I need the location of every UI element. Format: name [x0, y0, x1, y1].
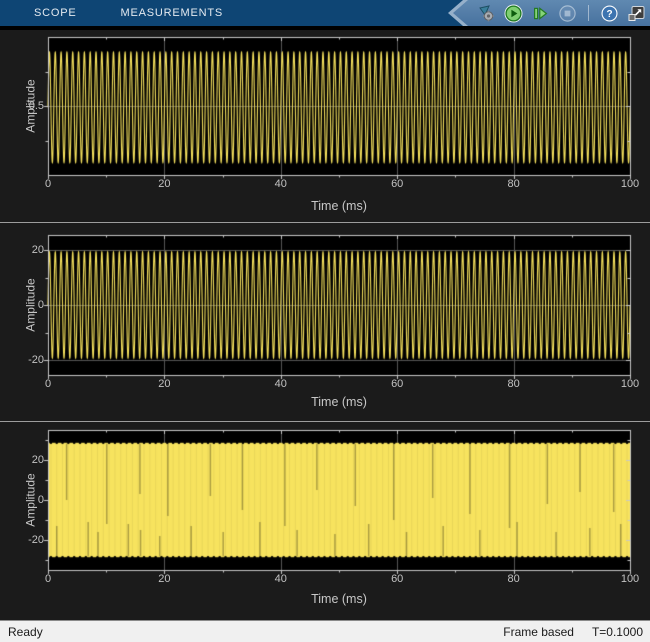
x-tick-label: 0: [45, 178, 51, 190]
waveform-plot-2[interactable]: [0, 223, 650, 421]
x-tick-label: 80: [507, 378, 519, 390]
quick-access-toolbar: ?: [448, 0, 650, 26]
x-tick-label: 100: [621, 178, 639, 190]
x-tick-label: 0: [45, 573, 51, 585]
scope-display-2: Amplitude Time (ms) 020406080100200-20: [0, 223, 650, 421]
dock-icon[interactable]: [627, 4, 646, 23]
y-tick-label: 0: [0, 494, 44, 506]
tab-bar: SCOPE MEASUREMENTS: [0, 0, 223, 26]
simulate-settings-icon[interactable]: [477, 4, 496, 23]
tab-scope[interactable]: SCOPE: [34, 7, 77, 19]
run-icon[interactable]: [504, 4, 523, 23]
y-tick-label: 0.5: [0, 100, 44, 112]
toolstrip: SCOPE MEASUREMENTS: [0, 0, 650, 30]
status-bar: Ready Frame based T=0.1000: [0, 620, 650, 642]
x-axis-label-1: Time (ms): [48, 199, 630, 213]
tab-measurements[interactable]: MEASUREMENTS: [121, 7, 224, 19]
y-tick-label: -20: [0, 534, 44, 546]
x-tick-label: 0: [45, 378, 51, 390]
x-tick-label: 100: [621, 378, 639, 390]
x-axis-label-2: Time (ms): [48, 395, 630, 409]
y-tick-label: 0: [0, 299, 44, 311]
y-tick-label: 20: [0, 454, 44, 466]
x-tick-label: 60: [391, 378, 403, 390]
status-frame-mode: Frame based: [503, 625, 574, 639]
status-sim-time: T=0.1000: [592, 625, 643, 639]
x-axis-label-3: Time (ms): [48, 592, 630, 606]
x-tick-label: 60: [391, 573, 403, 585]
step-forward-icon[interactable]: [531, 4, 550, 23]
stop-icon: [558, 4, 577, 23]
status-message: Ready: [8, 625, 503, 639]
svg-text:?: ?: [606, 9, 612, 20]
help-icon[interactable]: ?: [600, 4, 619, 23]
y-tick-label: 20: [0, 244, 44, 256]
x-tick-label: 100: [621, 573, 639, 585]
scope-window: SCOPE MEASUREMENTS: [0, 0, 650, 642]
x-tick-label: 80: [507, 573, 519, 585]
scope-display-1: Amplitude Time (ms) 0204060801000.5: [0, 30, 650, 222]
x-tick-label: 40: [275, 178, 287, 190]
toolbar-separator: [588, 5, 589, 21]
waveform-plot-1[interactable]: [0, 30, 650, 222]
scope-display-3: Amplitude Time (ms) 020406080100200-20: [0, 422, 650, 620]
x-tick-label: 40: [275, 378, 287, 390]
x-tick-label: 20: [158, 178, 170, 190]
x-tick-label: 20: [158, 378, 170, 390]
x-tick-label: 20: [158, 573, 170, 585]
waveform-plot-3[interactable]: [0, 422, 650, 620]
y-tick-label: -20: [0, 354, 44, 366]
x-tick-label: 60: [391, 178, 403, 190]
x-tick-label: 40: [275, 573, 287, 585]
x-tick-label: 80: [507, 178, 519, 190]
